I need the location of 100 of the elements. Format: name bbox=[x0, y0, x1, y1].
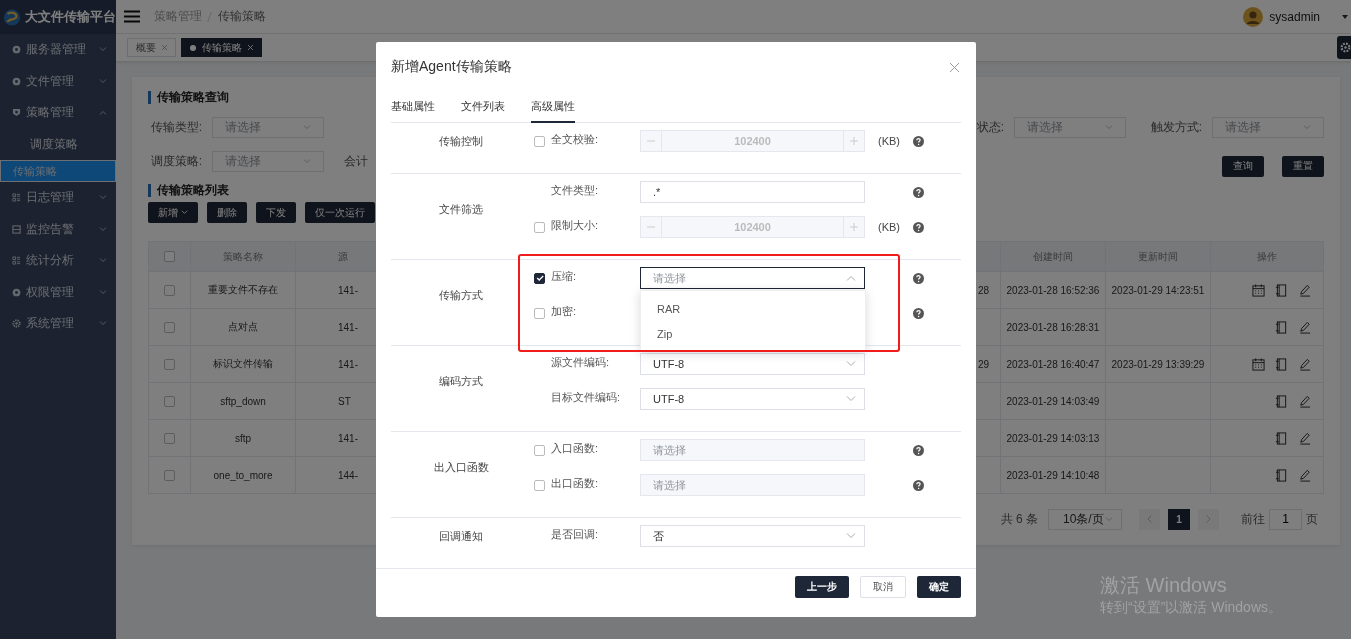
select-field[interactable]: UTF-8 bbox=[640, 353, 865, 375]
dialog-button[interactable]: 上一步 bbox=[795, 576, 849, 598]
filter-label: 调度策略: bbox=[149, 152, 203, 170]
sidebar-item[interactable]: 统计分析 bbox=[0, 245, 116, 277]
sidebar-item[interactable]: 策略管理 bbox=[0, 97, 116, 129]
notebook-icon[interactable] bbox=[1275, 320, 1288, 334]
sidebar-item[interactable]: 文件管理 bbox=[0, 65, 116, 97]
goto-label: 前往 bbox=[1241, 510, 1265, 528]
checkbox[interactable] bbox=[164, 358, 175, 370]
toolbar-button[interactable]: 新增 bbox=[148, 202, 198, 223]
goto-suffix: 页 bbox=[1306, 510, 1318, 528]
select-field[interactable]: UTF-8 bbox=[640, 388, 865, 410]
caret-icon[interactable] bbox=[1342, 14, 1348, 19]
filter-label: 会计 bbox=[344, 152, 368, 170]
pencil-icon[interactable] bbox=[1298, 320, 1311, 334]
pencil-icon[interactable] bbox=[1298, 357, 1311, 371]
sidebar-item[interactable]: 权限管理 bbox=[0, 276, 116, 308]
dropdown-option[interactable]: RAR bbox=[641, 296, 865, 321]
filter-label: 触发方式: bbox=[1149, 118, 1203, 136]
dropdown-option[interactable]: Zip bbox=[641, 321, 865, 346]
chevron-icon bbox=[99, 195, 107, 201]
notebook-icon[interactable] bbox=[1275, 431, 1288, 445]
chevron-icon bbox=[846, 275, 856, 281]
avatar-icon[interactable] bbox=[1243, 6, 1264, 27]
dialog-tab[interactable]: 高级属性 bbox=[531, 99, 575, 123]
checkbox[interactable] bbox=[164, 432, 175, 444]
gear-icon bbox=[12, 319, 21, 329]
field-label: 源文件编码: bbox=[551, 355, 611, 370]
field-label: 文件类型: bbox=[551, 183, 600, 198]
breadcrumb-item: 传输策略 bbox=[218, 8, 266, 25]
sidebar-item[interactable]: 日志管理 bbox=[0, 182, 116, 214]
checkbox[interactable] bbox=[534, 307, 545, 319]
page-size-select[interactable]: 10条/页 bbox=[1048, 508, 1122, 530]
page-button[interactable]: 1 bbox=[1168, 508, 1190, 530]
pencil-icon[interactable] bbox=[1298, 394, 1311, 408]
checkbox[interactable] bbox=[164, 395, 175, 407]
chevron-icon bbox=[99, 78, 107, 84]
query-button[interactable]: 重置 bbox=[1282, 155, 1324, 177]
dialog-title: 新增Agent传输策略 bbox=[391, 58, 512, 76]
toolbar-button[interactable]: 下发 bbox=[256, 202, 296, 223]
help-icon[interactable] bbox=[913, 272, 924, 284]
toolbar-button[interactable]: 删除 bbox=[207, 202, 247, 223]
circle-icon bbox=[12, 287, 21, 297]
select-field[interactable]: 否 bbox=[640, 525, 865, 547]
circle-icon bbox=[12, 76, 21, 86]
checkbox[interactable] bbox=[534, 272, 545, 284]
settings-icon bbox=[1340, 42, 1351, 53]
menu-icon[interactable] bbox=[124, 10, 140, 23]
dialog-button[interactable]: 确定 bbox=[917, 576, 961, 598]
logo-icon bbox=[3, 7, 21, 27]
notebook-icon[interactable] bbox=[1275, 468, 1288, 482]
table-cell: 2023-01-29 14:03:13 bbox=[1001, 420, 1106, 456]
help-icon[interactable] bbox=[913, 307, 924, 319]
section-label: 文件筛选 bbox=[439, 202, 483, 217]
table-cell: 29 bbox=[978, 358, 990, 370]
close-icon[interactable] bbox=[950, 62, 959, 72]
table-cell: one_to_more bbox=[191, 457, 296, 493]
table-cell: 2023-01-28 16:28:31 bbox=[1001, 309, 1106, 345]
text-field[interactable]: .* bbox=[640, 181, 865, 203]
page-input[interactable]: 1 bbox=[1269, 508, 1302, 530]
calendar-icon[interactable] bbox=[1252, 283, 1265, 297]
section-label: 回调通知 bbox=[439, 528, 483, 544]
filter-label: 传输类型: bbox=[149, 118, 203, 136]
pencil-icon[interactable] bbox=[1298, 283, 1311, 297]
notebook-icon[interactable] bbox=[1275, 394, 1288, 408]
calendar-icon[interactable] bbox=[1252, 357, 1265, 371]
chevron-left-icon bbox=[1147, 515, 1152, 523]
field-label: 限制大小: bbox=[551, 218, 600, 233]
pencil-icon[interactable] bbox=[1298, 431, 1311, 445]
checkbox[interactable] bbox=[164, 251, 175, 262]
page-tag[interactable]: 传输策略 bbox=[181, 38, 262, 57]
checkbox[interactable] bbox=[164, 321, 175, 333]
user-name[interactable]: sysadmin bbox=[1269, 9, 1320, 24]
list-icon bbox=[12, 193, 21, 203]
chevron-icon bbox=[846, 361, 856, 367]
section-label: 传输控制 bbox=[439, 133, 483, 149]
sidebar-item[interactable]: 服务器管理 bbox=[0, 34, 116, 66]
pencil-icon[interactable] bbox=[1298, 468, 1311, 482]
notebook-icon[interactable] bbox=[1275, 283, 1288, 297]
page-tag[interactable]: 概要 bbox=[127, 38, 176, 57]
sidebar-item[interactable]: 监控告警 bbox=[0, 213, 116, 245]
select-field[interactable]: 请选择 bbox=[640, 267, 865, 289]
field-label: 目标文件编码: bbox=[551, 390, 622, 405]
section-label: 传输方式 bbox=[439, 288, 483, 303]
dialog-button[interactable]: 取消 bbox=[860, 576, 906, 598]
field-label: 是否回调: bbox=[551, 527, 600, 542]
notebook-icon[interactable] bbox=[1275, 357, 1288, 371]
sidebar-item[interactable]: 系统管理 bbox=[0, 308, 116, 340]
chevron-icon bbox=[99, 47, 107, 53]
settings-button[interactable] bbox=[1337, 36, 1351, 59]
field-label: 出口函数: bbox=[551, 476, 600, 491]
table-cell: 28 bbox=[978, 284, 990, 296]
checkbox[interactable] bbox=[164, 284, 175, 296]
panel-icon bbox=[12, 224, 21, 234]
query-button[interactable]: 查询 bbox=[1222, 155, 1264, 177]
sidebar-subitem[interactable]: 调度策略 bbox=[0, 128, 116, 160]
help-icon[interactable] bbox=[913, 186, 924, 198]
table-cell: 2023-01-29 14:10:48 bbox=[1001, 457, 1106, 493]
checkbox[interactable] bbox=[164, 469, 175, 481]
caret-icon bbox=[181, 210, 188, 215]
